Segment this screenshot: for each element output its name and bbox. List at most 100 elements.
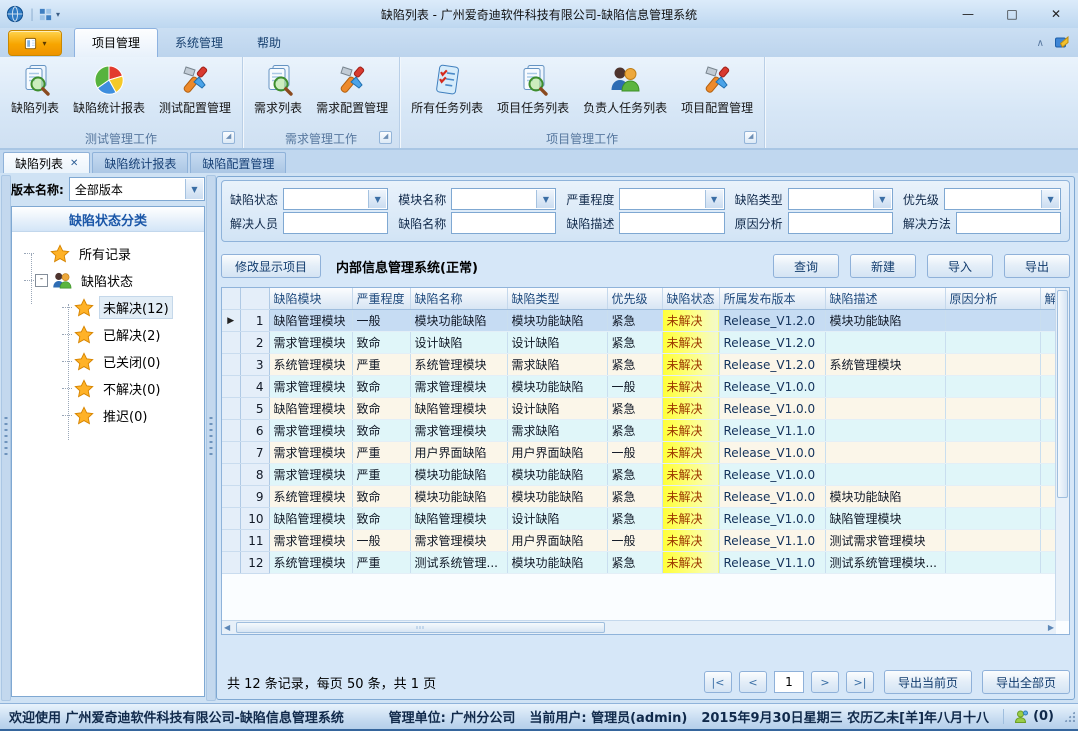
filter-solution-input[interactable]: [956, 212, 1061, 234]
filter-cause-analysis-value[interactable]: [789, 213, 892, 233]
first-page-button[interactable]: |<: [704, 671, 732, 693]
doc-tab-defect-report[interactable]: 缺陷统计报表: [92, 152, 188, 174]
collapse-icon[interactable]: -: [35, 274, 48, 287]
tree-item-all-records[interactable]: 所有记录: [24, 240, 204, 267]
column-header-4[interactable]: 优先级: [607, 288, 662, 310]
ribbon-button-req-config[interactable]: 需求配置管理: [309, 60, 395, 117]
theme-icon[interactable]: [1054, 34, 1070, 53]
ribbon-tab-help[interactable]: 帮助: [240, 29, 298, 57]
table-row[interactable]: 10缺陷管理模块致命缺陷管理模块设计缺陷紧急未解决Release_V1.0.0缺…: [222, 508, 1056, 530]
filter-defect-desc-value[interactable]: [620, 213, 723, 233]
filter-resolver-input[interactable]: [283, 212, 388, 234]
close-tab-icon[interactable]: ✕: [70, 158, 78, 169]
filter-cause-analysis-input[interactable]: [788, 212, 893, 234]
filter-defect-desc-input[interactable]: [619, 212, 724, 234]
column-header-8[interactable]: 原因分析: [945, 288, 1040, 310]
scroll-left-icon[interactable]: ◀: [224, 621, 230, 634]
minimize-button[interactable]: —: [946, 0, 990, 28]
table-row[interactable]: 12系统管理模块严重测试系统管理...模块功能缺陷紧急未解决Release_V1…: [222, 552, 1056, 574]
chevron-down-icon[interactable]: ▼: [1041, 190, 1059, 208]
table-row[interactable]: 7需求管理模块严重用户界面缺陷用户界面缺陷一般未解决Release_V1.0.0: [222, 442, 1056, 464]
column-header-3[interactable]: 缺陷类型: [507, 288, 607, 310]
collapse-ribbon-icon[interactable]: ∧: [1037, 38, 1044, 49]
scroll-right-icon[interactable]: ▶: [1048, 621, 1054, 634]
ribbon-button-all-tasks[interactable]: 所有任务列表: [404, 60, 490, 117]
close-button[interactable]: ✕: [1034, 0, 1078, 28]
table-row[interactable]: 3系统管理模块严重系统管理模块需求缺陷紧急未解决Release_V1.2.0系统…: [222, 354, 1056, 376]
doc-tab-defect-list[interactable]: 缺陷列表✕: [3, 152, 90, 174]
filter-defect-type-select[interactable]: ▼: [788, 188, 893, 210]
modify-display-items-button[interactable]: 修改显示项目: [221, 254, 321, 278]
ribbon-tab-project-manage[interactable]: 项目管理: [74, 28, 158, 57]
column-header-1[interactable]: 严重程度: [352, 288, 410, 310]
tree-item-defect-status[interactable]: -缺陷状态: [24, 267, 204, 294]
online-user-icon: [1013, 709, 1029, 725]
export-all-pages-button[interactable]: 导出全部页: [982, 670, 1070, 694]
chevron-down-icon[interactable]: ▼: [536, 190, 554, 208]
export-current-page-button[interactable]: 导出当前页: [884, 670, 972, 694]
application-menu-button[interactable]: ▾: [8, 30, 62, 56]
filter-module-name-select[interactable]: ▼: [451, 188, 556, 210]
toolbar-button-import[interactable]: 导入: [927, 254, 993, 278]
last-page-button[interactable]: >|: [846, 671, 874, 693]
scrollbar-thumb[interactable]: [236, 622, 605, 633]
column-header-9[interactable]: 解决方法: [1040, 288, 1056, 310]
table-row[interactable]: 2需求管理模块致命设计缺陷设计缺陷紧急未解决Release_V1.2.0: [222, 332, 1056, 354]
column-header-0[interactable]: 缺陷模块: [269, 288, 352, 310]
table-row[interactable]: 4需求管理模块致命需求管理模块模块功能缺陷一般未解决Release_V1.0.0: [222, 376, 1056, 398]
table-row[interactable]: 6需求管理模块致命需求管理模块需求缺陷紧急未解决Release_V1.1.0: [222, 420, 1056, 442]
filter-defect-status-select[interactable]: ▼: [283, 188, 388, 210]
filter-resolver-value[interactable]: [284, 213, 387, 233]
dialog-launcher-icon[interactable]: ◢: [222, 131, 235, 144]
ribbon-button-req-list[interactable]: 需求列表: [247, 60, 309, 117]
tree-item-resolved[interactable]: 已解决(2): [62, 321, 204, 348]
filter-defect-name-input[interactable]: [451, 212, 556, 234]
prev-page-button[interactable]: <: [739, 671, 767, 693]
chevron-down-icon[interactable]: ▼: [368, 190, 386, 208]
table-row[interactable]: 11需求管理模块一般需求管理模块用户界面缺陷一般未解决Release_V1.1.…: [222, 530, 1056, 552]
left-collapse-splitter[interactable]: [1, 175, 11, 701]
tree-item-wontfix[interactable]: 不解决(0): [62, 375, 204, 402]
maximize-button[interactable]: □: [990, 0, 1034, 28]
chevron-down-icon[interactable]: ▼: [705, 190, 723, 208]
table-row[interactable]: 8需求管理模块严重模块功能缺陷模块功能缺陷紧急未解决Release_V1.0.0: [222, 464, 1056, 486]
vertical-scrollbar[interactable]: [1055, 288, 1069, 621]
horizontal-scrollbar[interactable]: ◀ ▶: [222, 620, 1056, 634]
ribbon-button-defect-list[interactable]: 缺陷列表: [4, 60, 66, 117]
ribbon-button-defect-report[interactable]: 缺陷统计报表: [66, 60, 152, 117]
table-row[interactable]: ▶1缺陷管理模块一般模块功能缺陷模块功能缺陷紧急未解决Release_V1.2.…: [222, 310, 1056, 332]
table-row[interactable]: 9系统管理模块致命模块功能缺陷模块功能缺陷紧急未解决Release_V1.0.0…: [222, 486, 1056, 508]
resize-grip-icon[interactable]: [1064, 711, 1075, 722]
ribbon-tab-system-manage[interactable]: 系统管理: [158, 29, 240, 57]
column-header-6[interactable]: 所属发布版本: [719, 288, 825, 310]
filter-priority-select[interactable]: ▼: [944, 188, 1061, 210]
next-page-button[interactable]: >: [811, 671, 839, 693]
chevron-down-icon[interactable]: ▼: [185, 179, 203, 199]
toolbar-button-create[interactable]: 新建: [850, 254, 916, 278]
ribbon-button-project-tasks[interactable]: 项目任务列表: [490, 60, 576, 117]
dialog-launcher-icon[interactable]: ◢: [744, 131, 757, 144]
dialog-launcher-icon[interactable]: ◢: [379, 131, 392, 144]
tree-item-postponed[interactable]: 推迟(0): [62, 402, 204, 429]
toolbar-button-export[interactable]: 导出: [1004, 254, 1070, 278]
doc-tab-defect-config[interactable]: 缺陷配置管理: [190, 152, 286, 174]
column-header-2[interactable]: 缺陷名称: [410, 288, 507, 310]
table-row[interactable]: 5缺陷管理模块致命缺陷管理模块设计缺陷紧急未解决Release_V1.0.0: [222, 398, 1056, 420]
toolbar-button-query[interactable]: 查询: [773, 254, 839, 278]
scrollbar-thumb[interactable]: [1057, 290, 1068, 498]
ribbon-button-project-config[interactable]: 项目配置管理: [674, 60, 760, 117]
filter-defect-name-value[interactable]: [452, 213, 555, 233]
column-header-5[interactable]: 缺陷状态: [662, 288, 719, 310]
tree-item-unresolved[interactable]: 未解决(12): [62, 294, 204, 321]
column-header-7[interactable]: 缺陷描述: [825, 288, 945, 310]
ribbon-button-owner-tasks[interactable]: 负责人任务列表: [576, 60, 674, 117]
sidebar-splitter[interactable]: [206, 175, 216, 701]
chevron-down-icon[interactable]: ▼: [873, 190, 891, 208]
tree-item-closed[interactable]: 已关闭(0): [62, 348, 204, 375]
version-select[interactable]: 全部版本 ▼: [69, 177, 205, 201]
page-input[interactable]: [774, 671, 804, 693]
quick-access-toolbar-button[interactable]: ▾: [38, 7, 60, 22]
filter-solution-value[interactable]: [957, 213, 1060, 233]
filter-severity-select[interactable]: ▼: [619, 188, 724, 210]
ribbon-button-test-config[interactable]: 测试配置管理: [152, 60, 238, 117]
